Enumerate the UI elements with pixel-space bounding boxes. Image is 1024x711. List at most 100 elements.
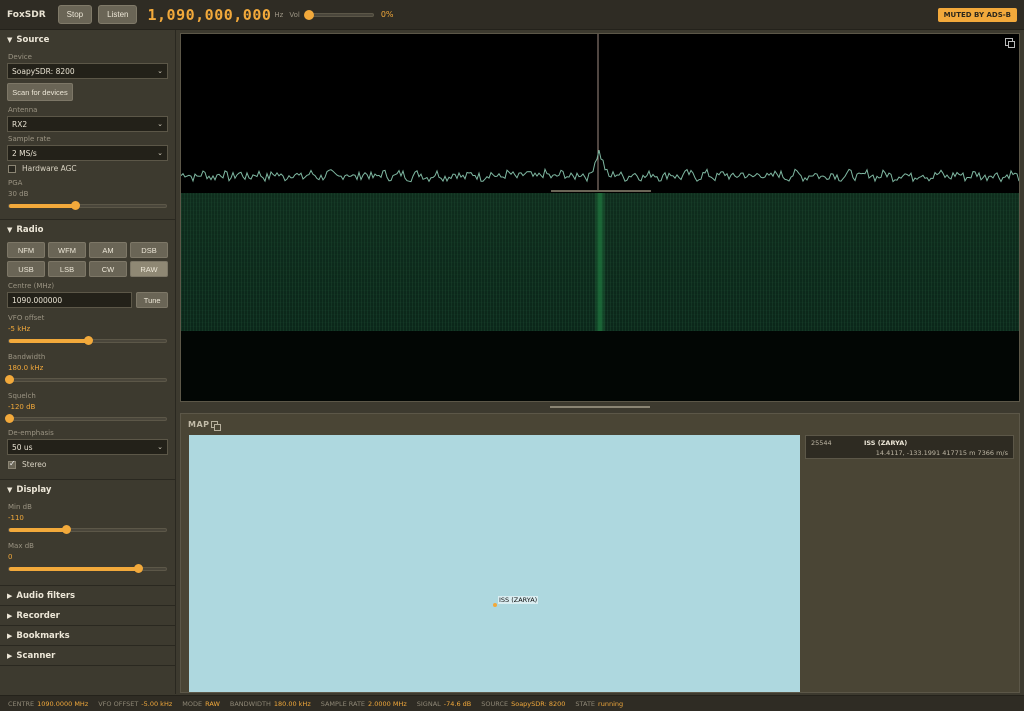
squelch-slider-knob[interactable]: [5, 414, 14, 423]
sample-rate-select[interactable]: 2 MS/s ⌄: [7, 145, 168, 161]
frequency-display[interactable]: 1,090,000,000: [147, 6, 271, 24]
status-bar: Centre 1090.0000 MHz VFO offset -5.00 kH…: [0, 695, 1024, 711]
stereo-row[interactable]: Stereo: [0, 455, 175, 472]
fft-resize-handle[interactable]: [551, 190, 651, 192]
centre-input[interactable]: 1090.000000: [7, 292, 133, 308]
satellite-marker-icon[interactable]: [493, 603, 497, 607]
popout-icon[interactable]: [1005, 38, 1015, 48]
status-source-value: SoapySDR: 8200: [511, 699, 566, 708]
max-db-value: 0: [8, 553, 13, 561]
vfo-offset-slider-fill: [9, 339, 88, 343]
section-source-header[interactable]: ▼ Source: [0, 30, 175, 50]
mode-grid: NFM WFM AM DSB USB LSB CW RAW: [0, 240, 175, 279]
section-source-title: Source: [16, 35, 50, 45]
section-radio-title: Radio: [16, 225, 44, 235]
section-bookmarks-header[interactable]: ▶ Bookmarks: [0, 625, 175, 645]
muted-badge: MUTED BY ADS-B: [937, 7, 1017, 22]
status-centre-value: 1090.0000 MHz: [37, 699, 89, 708]
min-db-slider-fill: [9, 528, 66, 532]
caret-down-icon: ▼: [7, 226, 13, 234]
mode-button-dsb[interactable]: DSB: [130, 242, 168, 258]
section-recorder-title: Recorder: [16, 610, 60, 621]
vfo-offset-label: VFO offset: [8, 314, 45, 322]
chevron-down-icon: ⌄: [157, 67, 163, 75]
waterfall-display[interactable]: [181, 193, 1019, 331]
status-state-value: running: [598, 699, 624, 708]
volume-label: Vol: [289, 10, 300, 19]
section-radio-header[interactable]: ▼ Radio: [0, 220, 175, 240]
caret-right-icon: ▶: [7, 591, 13, 600]
waterfall-signal-trace: [594, 193, 606, 331]
antenna-select-value: RX2: [12, 119, 28, 129]
status-bandwidth-key: Bandwidth: [229, 699, 271, 708]
tune-button[interactable]: Tune: [136, 292, 168, 308]
mode-button-am[interactable]: AM: [89, 242, 127, 258]
satellite-list-item[interactable]: 25544 ISS (ZARYA) 14.4117, -133.1991 417…: [805, 435, 1014, 459]
app-title: FoxSDR: [7, 9, 46, 20]
deemphasis-select[interactable]: 50 us ⌄: [7, 439, 168, 455]
stereo-checkbox[interactable]: [8, 459, 16, 469]
fft-trace-line: [181, 149, 1019, 183]
section-scanner-header[interactable]: ▶ Scanner: [0, 645, 175, 665]
sample-rate-select-value: 2 MS/s: [12, 148, 37, 158]
device-select-value: SoapySDR: 8200: [12, 66, 75, 76]
map-panel: MAP ISS (ZARYA) 25544 ISS (ZARYA) 14.411…: [180, 413, 1020, 693]
bandwidth-slider-knob[interactable]: [5, 375, 14, 384]
stop-button[interactable]: Stop: [57, 5, 93, 24]
squelch-slider[interactable]: [5, 414, 167, 423]
listen-button[interactable]: Listen: [98, 5, 138, 24]
satellite-name: ISS (ZARYA): [864, 439, 908, 447]
map-popout-icon[interactable]: [211, 421, 221, 431]
bandwidth-value: 180.0 kHz: [8, 364, 44, 372]
scan-devices-button[interactable]: Scan for devices: [7, 83, 73, 101]
volume-value: 0%: [380, 10, 394, 19]
bandwidth-label: Bandwidth: [8, 353, 46, 361]
status-centre-key: Centre: [8, 699, 35, 708]
bandwidth-slider[interactable]: [5, 375, 167, 384]
mode-button-nfm[interactable]: NFM: [7, 242, 45, 258]
chevron-down-icon: ⌄: [157, 443, 163, 451]
volume-slider-knob[interactable]: [303, 9, 314, 20]
device-select[interactable]: SoapySDR: 8200 ⌄: [7, 63, 168, 79]
section-audio-filters-header[interactable]: ▶ Audio filters: [0, 585, 175, 605]
fft-display[interactable]: [181, 34, 1019, 191]
status-vfo-key: VFO offset: [98, 699, 139, 708]
min-db-slider-knob[interactable]: [61, 525, 71, 534]
fft-plot: [181, 34, 1019, 191]
mode-button-lsb[interactable]: LSB: [48, 261, 86, 277]
panel-resize-handle[interactable]: [550, 406, 650, 408]
deemphasis-label: De-emphasis: [8, 429, 54, 437]
mode-button-cw[interactable]: CW: [89, 261, 127, 277]
hardware-agc-checkbox[interactable]: [8, 164, 16, 173]
section-recorder-header[interactable]: ▶ Recorder: [0, 605, 175, 625]
caret-down-icon: ▼: [7, 36, 13, 44]
vfo-offset-slider-knob[interactable]: [83, 336, 93, 345]
antenna-select[interactable]: RX2 ⌄: [7, 116, 168, 132]
max-db-slider-fill: [9, 567, 138, 571]
pga-slider[interactable]: [8, 201, 167, 210]
max-db-slider-knob[interactable]: [133, 564, 143, 573]
mode-button-raw[interactable]: RAW: [130, 261, 168, 277]
max-db-slider[interactable]: [8, 564, 167, 573]
pga-slider-knob[interactable]: [70, 201, 80, 210]
mode-button-wfm[interactable]: WFM: [48, 242, 86, 258]
hardware-agc-label: Hardware AGC: [22, 164, 77, 173]
min-db-label: Min dB: [8, 503, 32, 511]
mode-button-usb[interactable]: USB: [7, 261, 45, 277]
status-mode-value: RAW: [205, 699, 220, 708]
vfo-offset-slider[interactable]: [8, 336, 167, 345]
spectrum-panel[interactable]: [180, 33, 1020, 402]
section-display-header[interactable]: ▼ Display: [0, 480, 175, 500]
hardware-agc-row[interactable]: Hardware AGC: [0, 161, 175, 176]
map-canvas[interactable]: ISS (ZARYA): [189, 435, 800, 692]
centre-label: Centre (MHz): [8, 282, 55, 290]
volume-slider[interactable]: [303, 9, 374, 20]
caret-down-icon: ▼: [7, 486, 13, 494]
status-bandwidth-value: 180.00 kHz: [273, 699, 311, 708]
min-db-slider[interactable]: [8, 525, 167, 534]
status-signal-key: Signal: [416, 699, 441, 708]
top-bar: FoxSDR Stop Listen 1,090,000,000 Hz Vol …: [0, 0, 1024, 30]
pga-value: 30 dB: [8, 190, 29, 198]
status-sample-rate-value: 2.0000 MHz: [368, 699, 407, 708]
stereo-label: Stereo: [22, 460, 47, 469]
